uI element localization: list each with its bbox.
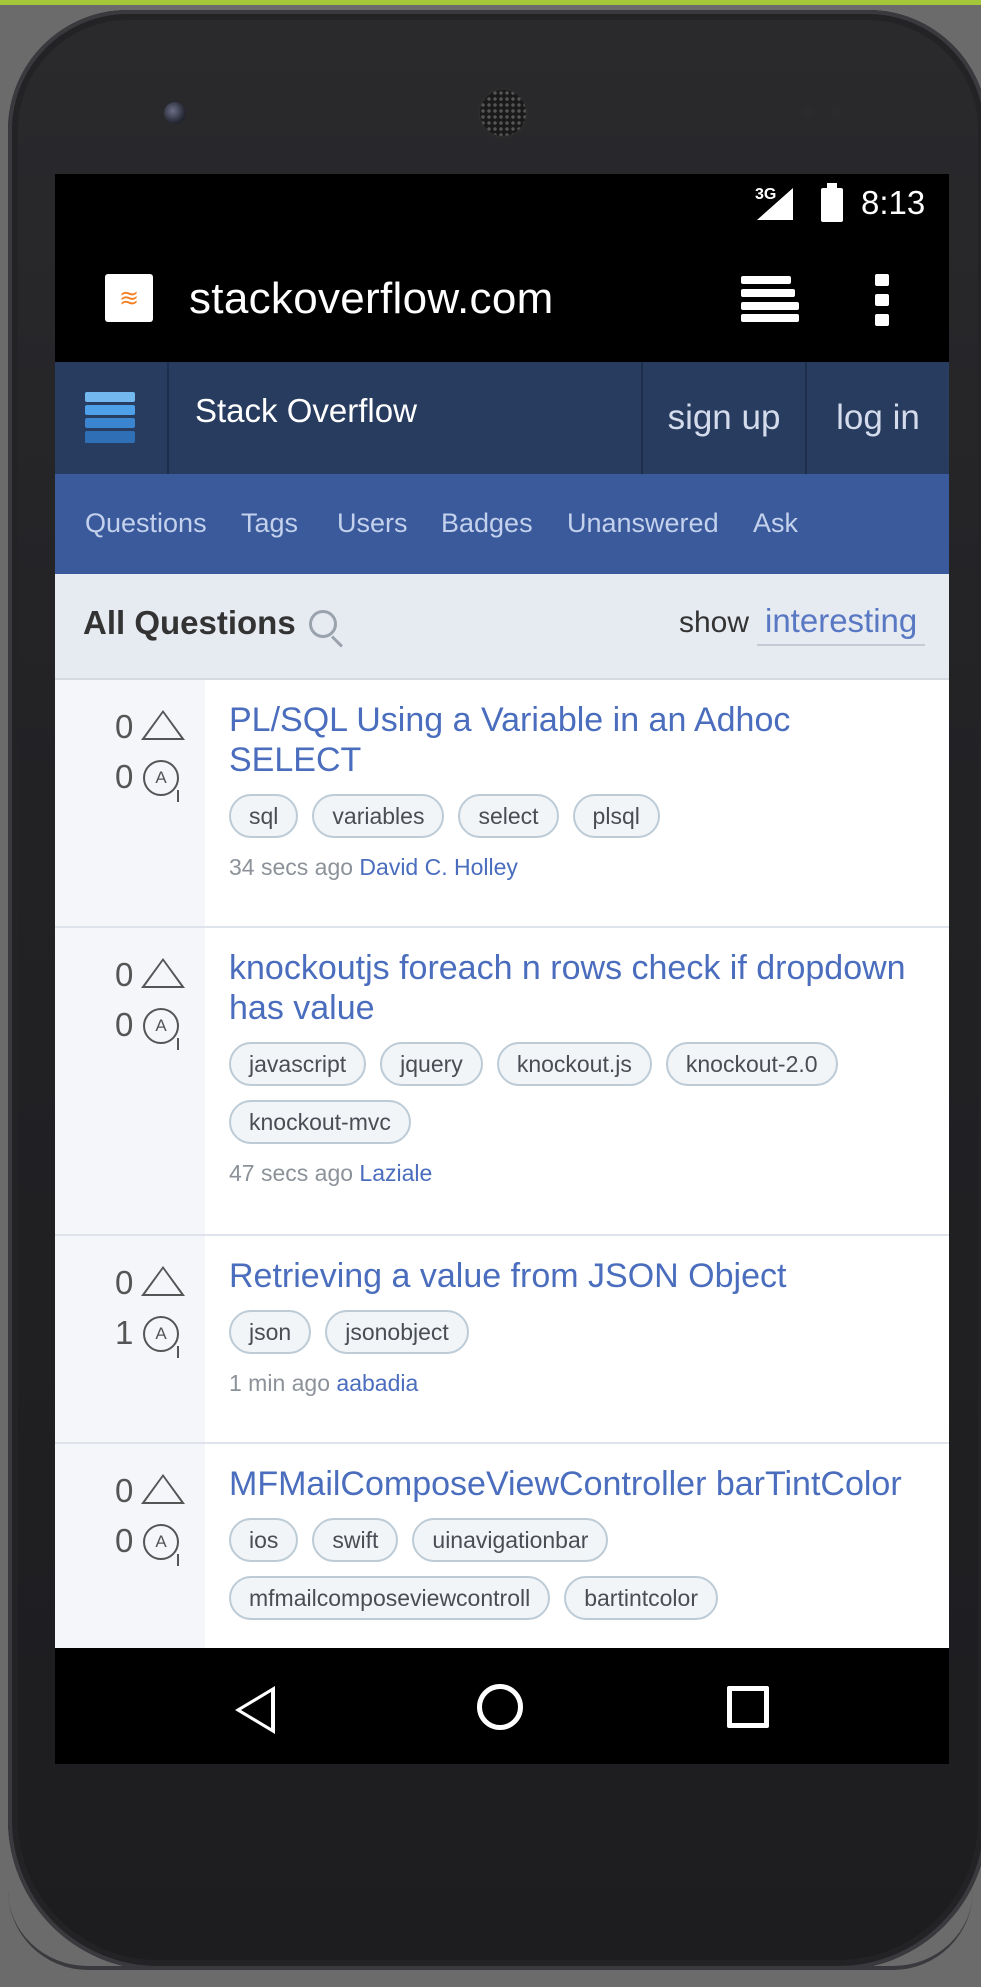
question-title[interactable]: knockoutjs foreach n rows check if dropd… [229,948,931,1028]
vote-count: 0 [115,1264,134,1301]
back-icon[interactable] [235,1686,275,1734]
phone-frame: 3G 8:13 ≋ stackoverflow.com Stack Overfl… [8,10,981,1970]
tabs-icon[interactable] [741,276,801,322]
question-meta: 1 min ago aabadia [229,1370,931,1397]
answer-bubble-icon: A [143,760,179,802]
battery-icon [821,183,843,222]
tag-list: sql variables select plsql [229,794,931,852]
top-accent-line [0,0,981,5]
question-body: MFMailComposeViewController barTintColor… [229,1464,931,1634]
tag[interactable]: sql [229,794,299,838]
tag[interactable]: javascript [229,1042,367,1086]
answer-bubble-icon: A [143,1524,179,1566]
question-item: 0 0 A PL/SQL Using a Variable in an Adho… [55,680,949,928]
answer-count: 0 [115,1522,134,1559]
question-author[interactable]: aabadia [336,1370,418,1396]
question-body: PL/SQL Using a Variable in an Adhoc SELE… [229,700,931,881]
filter-select[interactable]: interesting [757,602,926,646]
tag[interactable]: knockout.js [496,1042,652,1086]
tag[interactable]: bartintcolor [564,1576,718,1620]
question-time: 34 secs ago [229,854,354,880]
upvote-icon [141,1474,185,1504]
vote-count: 0 [115,1472,134,1509]
answer-count: 1 [115,1314,134,1351]
home-icon[interactable] [477,1684,523,1730]
overflow-menu-icon[interactable] [875,274,889,326]
status-bar: 3G 8:13 [55,174,949,234]
recents-icon[interactable] [727,1686,769,1728]
questions-list-header: All Questions show interesting [55,574,949,680]
question-time: 1 min ago [229,1370,331,1396]
question-author[interactable]: David C. Holley [359,854,518,880]
address-bar[interactable]: stackoverflow.com [189,274,554,324]
answer-bubble-icon: A [143,1316,179,1358]
light-sensor [830,106,842,118]
question-meta: 47 secs ago Laziale [229,1160,931,1187]
question-item: 0 0 A MFMailComposeViewController barTin… [55,1444,949,1648]
network-type: 3G [755,186,777,203]
nav-ask[interactable]: Ask [753,508,798,539]
question-item: 0 1 A Retrieving a value from JSON Objec… [55,1236,949,1444]
tag[interactable]: mfmailcomposeviewcontroll [229,1576,551,1620]
question-meta: 34 secs ago David C. Holley [229,854,931,881]
tag[interactable]: select [458,794,559,838]
question-item: 0 0 A knockoutjs foreach n rows check if… [55,928,949,1236]
question-list: 0 0 A PL/SQL Using a Variable in an Adho… [55,680,949,1648]
tag[interactable]: variables [312,794,445,838]
tag[interactable]: uinavigationbar [412,1518,609,1562]
tag[interactable]: knockout-mvc [229,1100,411,1144]
tag[interactable]: jsonobject [325,1310,469,1354]
tag-list: javascript jquery knockout.js knockout-2… [229,1042,931,1158]
question-time: 47 secs ago [229,1160,354,1186]
nav-unanswered[interactable]: Unanswered [567,508,719,539]
earpiece-speaker [478,88,528,138]
show-label: show [679,606,750,639]
upvote-icon [141,1266,185,1296]
login-button[interactable]: log in [805,362,949,474]
proximity-sensor [802,106,814,118]
tag[interactable]: ios [229,1518,299,1562]
android-navigation-bar [55,1648,949,1764]
front-camera [164,102,186,124]
clock: 8:13 [861,184,926,221]
nav-tags[interactable]: Tags [241,508,298,539]
question-author[interactable]: Laziale [359,1160,432,1186]
phone-bottom-edge [8,1890,973,1970]
site-title[interactable]: Stack Overflow [195,392,417,430]
answer-bubble-icon: A [143,1008,179,1050]
answer-count: 0 [115,1006,134,1043]
question-body: knockoutjs foreach n rows check if dropd… [229,948,931,1187]
tag[interactable]: jquery [380,1042,483,1086]
tag-list: json jsonobject [229,1310,931,1368]
page-title: All Questions [83,604,296,641]
nav-users[interactable]: Users [337,508,408,539]
tag[interactable]: swift [312,1518,399,1562]
browser-toolbar: ≋ stackoverflow.com [55,234,949,362]
tag[interactable]: json [229,1310,312,1354]
tag-list: ios swift uinavigationbar mfmailcomposev… [229,1518,931,1634]
signup-button[interactable]: sign up [641,362,805,474]
site-header: Stack Overflow sign up log in [55,362,949,474]
upvote-icon [141,958,185,988]
site-nav: Questions Tags Users Badges Unanswered A… [55,474,949,574]
question-body: Retrieving a value from JSON Object json… [229,1256,931,1397]
vote-count: 0 [115,708,134,745]
stackexchange-logo-icon [85,392,135,448]
screen: 3G 8:13 ≋ stackoverflow.com Stack Overfl… [55,174,949,1764]
question-title[interactable]: MFMailComposeViewController barTintColor [229,1464,931,1504]
site-logo-button[interactable] [55,362,169,474]
question-title[interactable]: PL/SQL Using a Variable in an Adhoc SELE… [229,700,931,780]
upvote-icon [141,710,185,740]
nav-questions[interactable]: Questions [85,508,207,539]
answer-count: 0 [115,758,134,795]
search-icon[interactable] [309,610,337,638]
stackoverflow-favicon-icon: ≋ [105,274,153,322]
tag[interactable]: knockout-2.0 [665,1042,838,1086]
nav-badges[interactable]: Badges [441,508,533,539]
vote-count: 0 [115,956,134,993]
tag[interactable]: plsql [572,794,660,838]
question-title[interactable]: Retrieving a value from JSON Object [229,1256,931,1296]
